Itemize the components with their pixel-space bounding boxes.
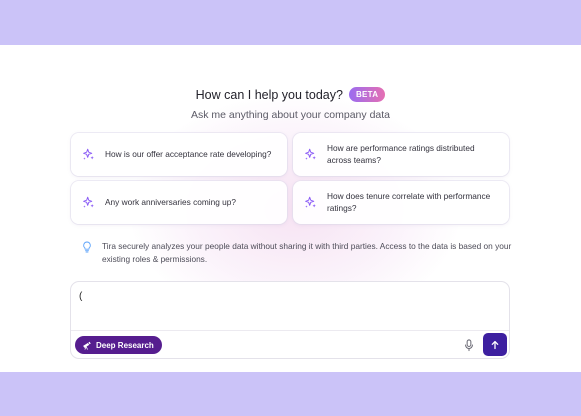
suggestion-label: How does tenure correlate with performan…: [327, 191, 491, 213]
sparkle-icon: [305, 196, 316, 208]
suggestion-card[interactable]: How is our offer acceptance rate develop…: [71, 133, 287, 176]
greeting-title: How can I help you today?: [195, 87, 343, 102]
message-input[interactable]: (: [79, 291, 82, 302]
beta-badge: BETA: [348, 87, 386, 102]
telescope-icon: [83, 341, 91, 350]
sparkle-icon: [83, 148, 94, 160]
privacy-notice-text: Tira securely analyzes your people data …: [102, 241, 512, 264]
suggestion-label: How are performance ratings distributed …: [327, 143, 475, 165]
suggestion-label: Any work anniversaries coming up?: [105, 196, 236, 207]
deep-research-button[interactable]: Deep Research: [75, 336, 162, 354]
assistant-panel: How can I help you today? BETA Ask me an…: [0, 45, 581, 372]
suggestion-card[interactable]: How does tenure correlate with performan…: [293, 181, 509, 224]
suggestion-card[interactable]: Any work anniversaries coming up?: [71, 181, 287, 224]
lightbulb-icon: [83, 241, 91, 253]
composer-divider: [71, 330, 509, 331]
privacy-notice: Tira securely analyzes your people data …: [82, 240, 512, 266]
suggestion-label: How is our offer acceptance rate develop…: [105, 148, 272, 159]
microphone-icon[interactable]: [463, 339, 475, 352]
sparkle-icon: [305, 148, 316, 160]
arrow-up-icon: [491, 340, 499, 349]
sparkle-icon: [83, 196, 94, 208]
send-button[interactable]: [483, 333, 507, 356]
suggestion-card[interactable]: How are performance ratings distributed …: [293, 133, 509, 176]
deep-research-label: Deep Research: [96, 340, 154, 350]
greeting-subtitle: Ask me anything about your company data: [190, 109, 391, 121]
greeting-header: How can I help you today? BETA: [0, 87, 581, 102]
chat-composer: ( Deep Research: [70, 281, 510, 359]
